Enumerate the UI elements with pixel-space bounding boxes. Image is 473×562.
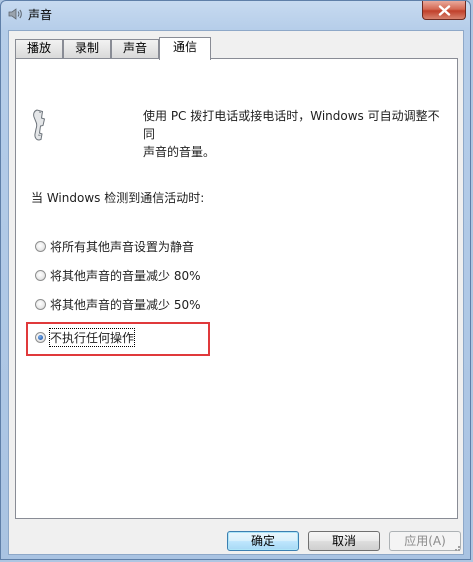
close-icon <box>438 5 451 16</box>
tab-recording[interactable]: 录制 <box>63 39 111 58</box>
radio-button[interactable] <box>35 269 46 281</box>
option-label: 将其他声音的音量减少 50% <box>50 297 201 312</box>
tab-playback[interactable]: 播放 <box>15 39 63 58</box>
option-reduce-50[interactable]: 将其他声音的音量减少 50% <box>35 295 201 313</box>
tab-communications[interactable]: 通信 <box>159 37 211 60</box>
title-bar[interactable]: 声音 <box>1 1 472 27</box>
ok-button[interactable]: 确定 <box>227 531 299 551</box>
description-line-2: 声音的音量。 <box>143 145 216 159</box>
section-label: 当 Windows 检测到通信活动时: <box>31 191 205 205</box>
radio-button[interactable] <box>35 298 46 310</box>
tab-sounds[interactable]: 声音 <box>111 39 159 58</box>
cancel-button[interactable]: 取消 <box>308 531 380 551</box>
description-text: 使用 PC 拨打电话或接电话时，Windows 可自动调整不同 声音的音量。 <box>143 107 448 161</box>
option-mute-all[interactable]: 将所有其他声音设置为静音 <box>35 237 194 255</box>
dialog-client-area: 播放 录制 声音 通信 使用 PC 拨打电话或接电话时，Windows 可自动调… <box>8 30 464 555</box>
option-reduce-80[interactable]: 将其他声音的音量减少 80% <box>35 266 201 284</box>
highlight-annotation-box <box>26 322 210 356</box>
radio-button[interactable] <box>35 240 46 252</box>
option-label: 将其他声音的音量减少 80% <box>50 268 201 283</box>
option-label: 将所有其他声音设置为静音 <box>50 239 195 254</box>
resize-grip-icon[interactable] <box>451 542 461 552</box>
phone-icon <box>33 109 46 141</box>
close-button[interactable] <box>422 1 466 20</box>
description-line-1: 使用 PC 拨打电话或接电话时，Windows 可自动调整不同 <box>143 109 440 141</box>
window-title: 声音 <box>28 8 53 22</box>
sound-dialog-window: 声音 播放 录制 声音 通信 使用 PC 拨打电话或接电话时，Windows 可… <box>0 0 471 560</box>
communications-panel: 使用 PC 拨打电话或接电话时，Windows 可自动调整不同 声音的音量。 当… <box>15 58 458 519</box>
speaker-icon <box>8 8 22 20</box>
